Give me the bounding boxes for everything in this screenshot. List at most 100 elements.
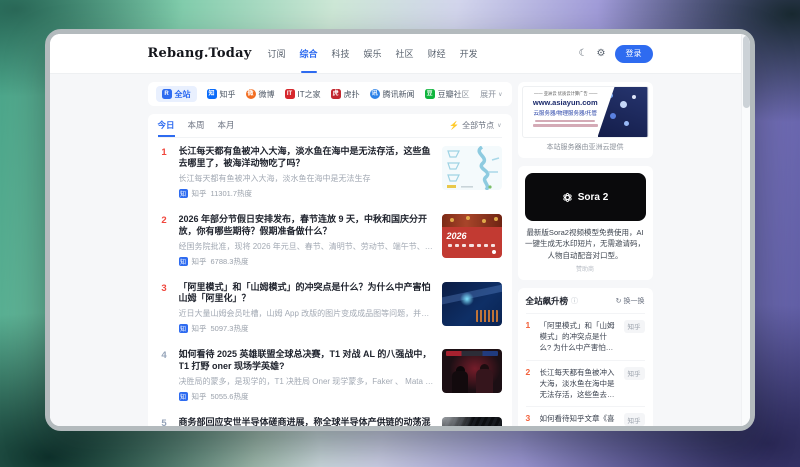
page-body: R 全站 知 知乎 微 微博 IT IT之家 虎 虎扑 讯 腾讯新闻 豆 展开 … [50,74,750,426]
site-logo[interactable]: Rebang.Today [148,46,252,61]
sponsor-label: 赞助商 [575,266,594,273]
news-row-1[interactable]: 1 长江每天都有鱼被冲入大海，淡水鱼在海中是无法存活，这些鱼去哪里了，被海洋动物… [158,138,502,206]
ithome-icon: IT [284,89,295,99]
source-tab-weibo[interactable]: 微 微博 [245,89,275,100]
rank-number: 4 [161,350,167,362]
heat-value: 6788.3热度 [210,256,249,266]
heat-value: 5055.6热度 [210,392,249,401]
source-tag: 知乎 [623,413,645,426]
rank-number: 1 [161,147,167,158]
lightning-icon: ⚡ [449,121,460,130]
source-name: 知乎 [191,324,207,334]
scrollbar-thumb[interactable] [742,36,750,108]
news-row-2[interactable]: 2 2026 年部分节假日安排发布，春节连放 9 天，中秋和国庆分开放，你有哪些… [158,206,502,274]
page: Rebang.Today 订阅 综合 科技 娱乐 社区 财经 开发 ☾ ⚙ 登录 [50,34,750,426]
tencent-news-icon: 讯 [369,89,380,99]
ad-tagline: —— 亚洲云 优质云计算广告 —— [533,91,597,96]
news-list-card: 今日 本周 本月 ⚡ 全部节点 ∨ 1 长江每天都有鱼被冲入大海，淡水鱼在海中是… [147,114,512,426]
source-tab-all[interactable]: R 全站 [155,86,197,102]
nav-community[interactable]: 社区 [396,34,414,73]
rising-text[interactable]: 「阿里模式」和「山姆模式」的冲突点是什么? 为什么中产害怕山姆「阿里... [540,320,619,354]
news-description: 决胜局的蒙多，是现学的，T1 决胜局 Oner 现学蒙多，Faker 、 Mat… [178,377,434,386]
tab-today[interactable]: 今日 [157,114,175,137]
sora-title: Sora 2 [577,191,609,203]
source-tabs-bar: R 全站 知 知乎 微 微博 IT IT之家 虎 虎扑 讯 腾讯新闻 豆 展开 … [147,82,512,106]
rank-number: 2 [525,366,531,377]
news-title[interactable]: 长江每天都有鱼被冲入大海，淡水鱼在海中是无法存活，这些鱼去哪里了，被海洋动物吃了… [179,146,434,170]
nav-finance[interactable]: 财经 [428,34,446,73]
asiayun-ad-banner[interactable]: —— 亚洲云 优质云计算广告 —— www.asiayun.com 云服务器/物… [521,86,649,138]
news-meta: 知 知乎 6788.3热度 [178,256,434,267]
rank-number: 3 [525,413,531,424]
settings-gear-icon[interactable]: ⚙ [597,48,606,59]
thumbnail-esports-match[interactable] [441,349,502,394]
rank-number: 5 [161,418,167,426]
ad-card: —— 亚洲云 优质云计算广告 —— www.asiayun.com 云服务器/物… [517,82,653,158]
sora-promo-card: Sora 2 最新版Sora2视频模型免费使用，AI一键生成无水印短片，无需邀请… [517,166,653,280]
news-title[interactable]: 2026 年部分节假日安排发布，春节连放 9 天，中秋和国庆分开放，你有哪些期待… [179,214,434,238]
browser-window: Rebang.Today 订阅 综合 科技 娱乐 社区 财经 开发 ☾ ⚙ 登录 [45,29,755,431]
nav-dev[interactable]: 开发 [460,34,478,73]
node-filter-dropdown[interactable]: ⚡ 全部节点 ∨ [449,120,501,131]
thumbnail-river-diagram[interactable] [441,146,502,190]
heat-value: 11301.7热度 [210,188,253,198]
hupu-icon: 虎 [330,89,341,99]
nav-tech[interactable]: 科技 [332,34,350,73]
news-title[interactable]: 「阿里模式」和「山姆模式」的冲突点是什么？为什么中产害怕山姆「阿里化」？ [179,282,434,306]
tab-this-month[interactable]: 本月 [218,114,235,137]
source-tag: 知乎 [623,366,645,380]
rising-list-title: 全站飙升榜 [525,295,569,306]
news-title[interactable]: 如何看待 2025 英雄联盟全球总决赛，T1 对战 AL 的八强战中，T1 打野… [179,349,434,373]
rising-list-card: 全站飙升榜 ⓘ ↻ 换一换 1 「阿里模式」和「山姆模式」的冲突点是什么? 为什… [517,287,653,426]
nav-subscribe[interactable]: 订阅 [267,34,285,73]
source-tab-hupu[interactable]: 虎 虎扑 [330,89,360,100]
source-name: 知乎 [191,188,207,198]
zhihu-icon: 知 [178,324,188,334]
news-meta: 知 知乎 5055.6热度 [178,391,434,402]
expand-sources-button[interactable]: 展开 ∨ [453,82,512,106]
ad-domain: www.asiayun.com [532,98,598,107]
nav-general[interactable]: 综合 [300,34,318,73]
ad-services: 云服务器/物理服务器/托管 [533,110,598,117]
rising-row-3[interactable]: 3 如何看待知乎文章《喜报！华中科技大学这个宿舍，全都未保研！》获高赞? 知乎 [526,407,645,426]
tab-this-week[interactable]: 本周 [188,114,205,137]
time-tabs: 今日 本周 本月 ⚡ 全部节点 ∨ [157,114,502,138]
news-title[interactable]: 商务部回应安世半导体磋商进展，称全球半导体产供链的动荡混乱，荷方应承担全部责任，… [179,417,434,426]
dark-mode-icon[interactable]: ☾ [579,48,588,59]
nav-entertainment[interactable]: 娱乐 [364,34,382,73]
thumbnail-2026-calendar[interactable]: 2026 [441,213,502,258]
zhihu-icon: 知 [206,89,217,99]
news-meta: 知 知乎 11301.7热度 [178,188,434,199]
login-button[interactable]: 登录 [614,44,653,63]
chevron-down-icon: ∨ [498,91,503,98]
news-row-4[interactable]: 4 如何看待 2025 英雄联盟全球总决赛，T1 对战 AL 的八强战中，T1 … [158,341,502,409]
source-tab-tencent-news[interactable]: 讯 腾讯新闻 [369,89,415,100]
heat-value: 5097.3热度 [210,324,249,334]
rank-number: 2 [161,214,167,226]
thumbnail-sam-store[interactable] [441,281,502,326]
rising-text[interactable]: 如何看待知乎文章《喜报！华中科技大学这个宿舍，全都未保研！》获高赞? [540,413,619,426]
source-tab-zhihu[interactable]: 知 知乎 [206,89,236,100]
news-row-5[interactable]: 5 商务部回应安世半导体磋商进展，称全球半导体产供链的动荡混乱，荷方应承担全部责… [158,409,502,426]
refresh-button[interactable]: ↻ 换一换 [616,296,645,306]
thumbnail-semiconductor-wafer[interactable] [441,417,502,426]
news-description: 近日大量山姆会员吐槽，山姆 App 改版的图片变成成品图等问题，并认为产品加了.… [178,309,434,319]
info-icon[interactable]: ⓘ [571,296,578,306]
news-row-3[interactable]: 3 「阿里模式」和「山姆模式」的冲突点是什么？为什么中产害怕山姆「阿里化」？ 近… [158,274,502,342]
sora-banner[interactable]: Sora 2 [524,173,646,221]
ad-caption: 本站服务器由亚洲云提供 [546,144,624,151]
source-tab-ithome[interactable]: IT IT之家 [284,89,321,100]
rising-row-1[interactable]: 1 「阿里模式」和「山姆模式」的冲突点是什么? 为什么中产害怕山姆「阿里... … [525,314,645,361]
site-header: Rebang.Today 订阅 综合 科技 娱乐 社区 财经 开发 ☾ ⚙ 登录 [50,34,750,74]
rising-text[interactable]: 长江每天都有鱼被冲入大海，淡水鱼在海中是无法存活，这些鱼去哪里了，被海... [540,367,619,401]
news-description: 长江每天都有鱼被冲入大海，淡水鱼在海中是无法生存 [178,173,371,183]
rank-number: 1 [525,319,531,330]
page-scrollbar[interactable] [741,34,750,426]
zhihu-icon: 知 [178,188,188,198]
rising-row-2[interactable]: 2 长江每天都有鱼被冲入大海，淡水鱼在海中是无法存活，这些鱼去哪里了，被海...… [525,361,645,408]
ad-fine-print [527,119,605,127]
zhihu-icon: 知 [178,256,188,266]
chevron-down-icon: ∨ [497,123,502,129]
source-name: 知乎 [191,392,207,401]
source-tag: 知乎 [623,319,645,333]
